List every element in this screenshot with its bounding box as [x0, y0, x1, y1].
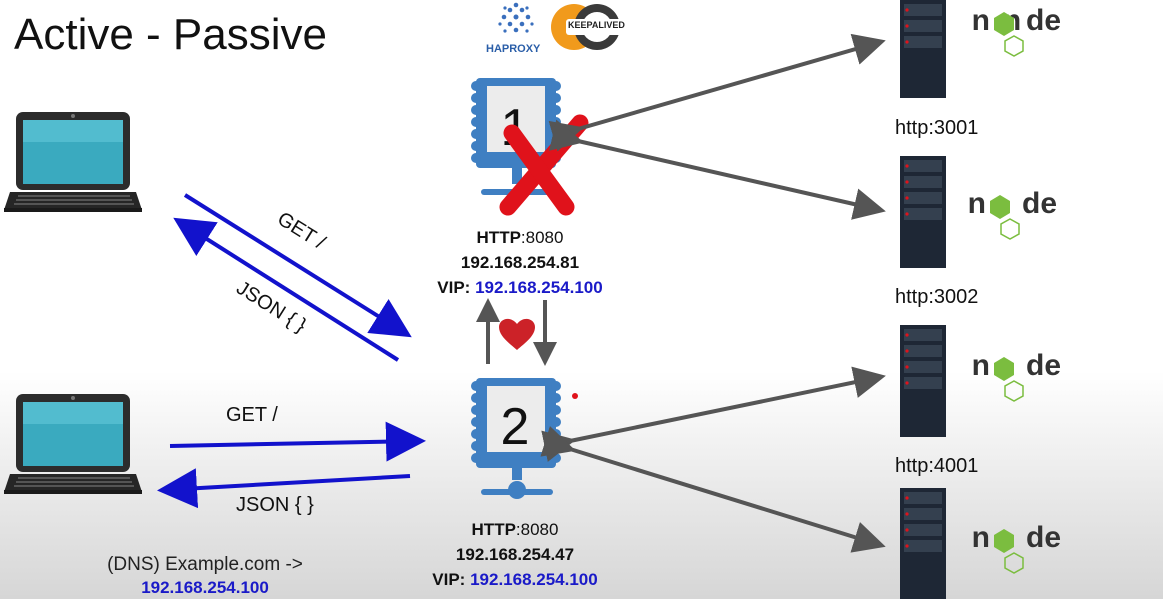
keepalived-logo-label: KEEPALIVED	[568, 20, 625, 30]
red-dot	[572, 393, 578, 399]
top-response-label: JSON { }	[232, 277, 310, 337]
nodejs-logo-icon: n de n	[972, 4, 1061, 57]
bottom-request-label: GET /	[226, 404, 278, 426]
nodejs-logo-icon: n de	[968, 187, 1057, 240]
proxy-2-vip-row: VIP: 192.168.254.100	[432, 570, 598, 589]
backend-server-rack-icon	[900, 488, 946, 599]
proxy-2-number: 2	[501, 398, 530, 456]
backend-server-rack-icon	[900, 156, 946, 268]
bottom-response-label: JSON { }	[236, 494, 314, 516]
proxy-2-vip: 192.168.254.100	[470, 570, 598, 589]
svg-text:de: de	[1022, 187, 1057, 220]
proxy-1-ip: 192.168.254.81	[460, 253, 580, 272]
backend-port-label: http:3002	[895, 286, 979, 308]
svg-text:de: de	[1026, 349, 1061, 382]
proxy-1-vip-row: VIP: 192.168.254.100	[437, 278, 603, 297]
dns-note: (DNS) Example.com -> 192.168.254.100	[55, 553, 355, 599]
svg-text:de: de	[1026, 521, 1061, 554]
nodejs-logo-icon: n de	[972, 349, 1061, 402]
svg-text:n: n	[968, 187, 986, 220]
response-arrow	[173, 217, 400, 362]
proxy-1-info: HTTP:8080 192.168.254.81 VIP: 192.168.25…	[420, 225, 620, 300]
backend-server-rack-icon	[900, 0, 946, 98]
backend-link-arrow	[540, 426, 886, 553]
haproxy-logo-label: HAPROXY	[486, 43, 541, 55]
backend-port-label: http:4001	[895, 455, 979, 477]
svg-text:de: de	[1026, 4, 1061, 37]
backend-server-rack-icon	[900, 325, 946, 437]
svg-text:n: n	[972, 521, 990, 554]
nodejs-logo-icon: n de	[972, 521, 1061, 574]
backend-port-label: http:3001	[895, 117, 979, 139]
backend-link-arrow	[541, 366, 886, 462]
laptop-icon	[4, 112, 142, 212]
laptop-icon	[4, 394, 142, 494]
proxy-2-ip: 192.168.254.47	[455, 545, 575, 564]
proxy-1-vip: 192.168.254.100	[475, 278, 603, 297]
svg-text:n: n	[972, 349, 990, 382]
heartbeat-heart-icon	[499, 318, 535, 350]
dns-ip: 192.168.254.100	[141, 578, 269, 597]
dns-label: (DNS) Example.com ->	[107, 554, 303, 575]
proxy-2-http: HTTP:8080	[471, 520, 559, 539]
top-request-label: GET /	[273, 208, 329, 254]
proxy-1-http: HTTP:8080	[476, 228, 564, 247]
haproxy-logo-icon	[498, 2, 534, 33]
response-arrow	[157, 468, 411, 509]
request-arrow	[169, 421, 426, 462]
backend-link-arrow	[549, 119, 886, 220]
proxy-2-info: HTTP:8080 192.168.254.47 VIP: 192.168.25…	[415, 517, 615, 592]
backend-link-arrow	[548, 33, 886, 152]
svg-text:n: n	[972, 4, 990, 37]
